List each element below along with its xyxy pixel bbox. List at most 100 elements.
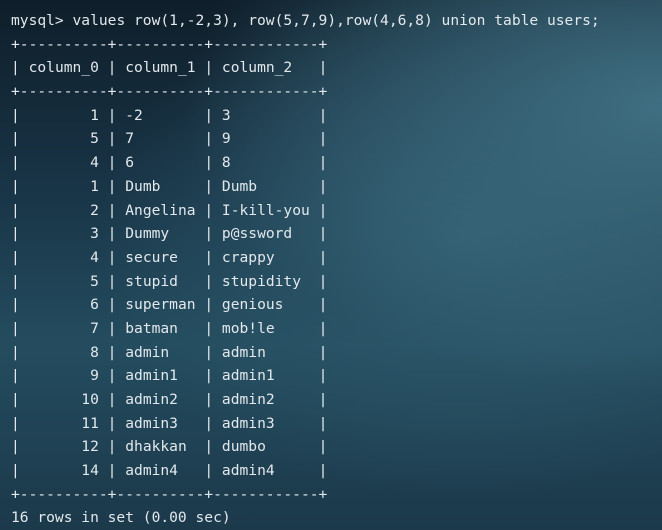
table-cell: admin: [213, 343, 319, 361]
column-separator: |: [11, 343, 20, 361]
column-separator: |: [204, 414, 214, 432]
table-cell: -2: [116, 106, 205, 124]
table-row: | 5 | stupid | stupidity |: [11, 270, 656, 294]
table-row: | 1 | Dumb | Dumb |: [11, 175, 656, 199]
column-separator: |: [204, 106, 214, 124]
column-separator: |: [11, 272, 20, 290]
table-row: | 9 | admin1 | admin1 |: [11, 364, 656, 388]
table-cell: 6: [19, 296, 108, 314]
table-cell: dhakkan: [116, 438, 205, 456]
column-separator: |: [11, 391, 20, 408]
column-separator: |: [318, 59, 328, 77]
table-cell: 4: [19, 248, 108, 266]
column-separator: |: [204, 367, 214, 385]
table-header-row: | column_0 | column_1 | column_2 |: [11, 56, 656, 80]
column-separator: |: [204, 59, 214, 77]
command-line: mysql> values row(1,-2,3), row(5,7,9),ro…: [11, 9, 656, 33]
column-separator: |: [318, 248, 328, 266]
column-separator: |: [11, 414, 20, 432]
table-row: | 4 | 6 | 8 |: [11, 151, 656, 175]
table-row: | 14 | admin4 | admin4 |: [11, 459, 656, 483]
table-row: | 8 | admin | admin |: [11, 341, 656, 365]
table-row: | 5 | 7 | 9 |: [11, 127, 656, 151]
table-cell: 9: [213, 130, 319, 148]
table-cell: admin1: [116, 367, 205, 385]
column-separator: |: [318, 154, 328, 172]
column-separator: |: [318, 106, 328, 124]
table-cell: admin3: [116, 414, 205, 432]
table-row: | 3 | Dummy | p@ssword |: [11, 222, 656, 246]
table-cell: admin2: [213, 391, 319, 408]
table-cell: mob!le: [213, 319, 319, 337]
table-cell: 8: [19, 343, 108, 361]
table-cell: dumbo: [213, 438, 319, 456]
table-cell: 5: [19, 130, 108, 148]
table-cell: 8: [213, 154, 319, 172]
table-body: | 1 | -2 | 3 | | 5 | 7 | 9 | | 4 | 6 | 8 |…: [11, 104, 656, 483]
column-separator: |: [204, 343, 214, 361]
table-cell: 6: [116, 154, 205, 172]
table-cell: 5: [19, 272, 108, 290]
column-separator: |: [204, 438, 214, 456]
table-cell: 12: [19, 438, 108, 456]
column-separator: |: [11, 106, 20, 124]
column-separator: |: [204, 296, 214, 314]
table-cell: 7: [19, 319, 108, 337]
table-row: | 6 | superman | genious |: [11, 293, 656, 317]
table-cell: 11: [19, 414, 108, 432]
column-separator: |: [204, 462, 214, 480]
column-separator: |: [318, 225, 328, 243]
table-cell: admin3: [213, 414, 319, 432]
column-separator: |: [11, 225, 20, 243]
table-cell: 7: [116, 130, 205, 148]
column-separator: |: [318, 177, 328, 195]
table-row: | 7 | batman | mob!le |: [11, 317, 656, 341]
table-row: | 10 | admin2 | admin2 |: [11, 388, 656, 412]
table-cell: stupid: [116, 272, 205, 290]
column-separator: |: [318, 296, 328, 314]
column-separator: |: [204, 154, 214, 172]
column-separator: |: [318, 343, 328, 361]
table-cell: Dummy: [116, 225, 205, 243]
column-separator: |: [204, 272, 214, 290]
column-separator: |: [11, 296, 20, 314]
table-cell: batman: [116, 319, 205, 337]
table-cell: I-kill-you: [213, 201, 319, 219]
table-cell: stupidity: [213, 272, 319, 290]
table-border-bottom: +----------+----------+------------+: [11, 485, 328, 503]
table-cell: crappy: [213, 248, 319, 266]
table-border-header: +----------+----------+------------+: [11, 83, 328, 101]
column-separator: |: [11, 177, 20, 195]
column-separator: |: [318, 414, 328, 432]
table-cell: 4: [19, 154, 108, 172]
table-cell: admin4: [213, 462, 319, 480]
column-separator: |: [11, 462, 20, 480]
column-separator: |: [318, 272, 328, 290]
column-separator: |: [318, 438, 328, 456]
table-row: | 1 | -2 | 3 |: [11, 104, 656, 128]
column-separator: |: [11, 248, 20, 266]
column-separator: |: [11, 130, 20, 148]
table-cell: admin2: [116, 391, 205, 408]
table-row: | 11 | admin3 | admin3 |: [11, 412, 656, 436]
table-row: | 12 | dhakkan | dumbo |: [11, 435, 656, 459]
table-row: | 4 | secure | crappy |: [11, 246, 656, 270]
table-cell: Angelina: [116, 201, 205, 219]
column-separator: |: [318, 462, 328, 480]
sql-command: values row(1,-2,3), row(5,7,9),row(4,6,8…: [72, 12, 600, 29]
column-separator: |: [204, 319, 214, 337]
table-cell: secure: [116, 248, 205, 266]
result-summary: 16 rows in set (0.00 sec): [11, 509, 231, 527]
table-cell: 3: [19, 225, 108, 243]
table-cell: 2: [19, 201, 108, 219]
column-separator: |: [204, 391, 214, 408]
table-cell: Dumb: [213, 177, 319, 195]
mysql-prompt: mysql>: [11, 12, 64, 29]
column-separator: |: [318, 319, 328, 337]
table-cell: admin1: [213, 367, 319, 385]
table-border-top: +----------+----------+------------+: [11, 35, 328, 53]
terminal-output[interactable]: mysql> values row(1,-2,3), row(5,7,9),ro…: [11, 9, 656, 526]
table-cell: superman: [116, 296, 205, 314]
table-cell: 10: [19, 391, 108, 408]
column-header: column_0: [19, 59, 108, 77]
